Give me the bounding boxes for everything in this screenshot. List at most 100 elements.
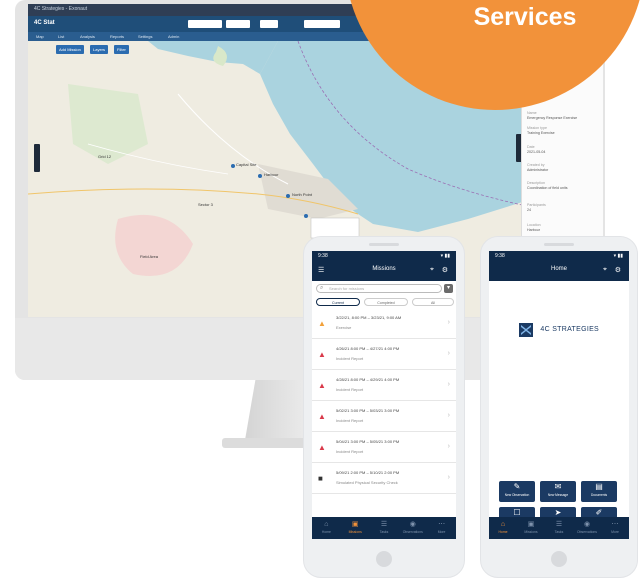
layers-button[interactable]: Layers bbox=[90, 45, 109, 54]
tab-label: Tasks bbox=[554, 530, 564, 534]
phone-speaker bbox=[544, 243, 574, 246]
mission-list-item[interactable]: ▲ 3/22/21, 8:00 PM – 3/23/21, 9:00 AM Exer… bbox=[312, 309, 456, 339]
map-label: Field Area bbox=[140, 254, 159, 259]
chevron-right-icon: › bbox=[447, 319, 450, 326]
tab-all[interactable]: All bbox=[412, 298, 454, 306]
chevron-right-icon: › bbox=[447, 381, 450, 388]
services-label: Services bbox=[473, 3, 577, 31]
mission-list-item[interactable]: ▲ 4/28/21 8:00 PM – 4/29/21 4:00 PM Incide… bbox=[312, 371, 456, 401]
chevron-right-icon: › bbox=[447, 474, 450, 481]
nav-item[interactable]: Settings bbox=[138, 34, 152, 39]
chevron-right-icon: › bbox=[447, 443, 450, 450]
nav-item[interactable]: Map bbox=[36, 34, 44, 39]
mission-date: 4/26/21 8:00 PM – 4/27/21 4:00 PM bbox=[336, 346, 400, 351]
tab-missions[interactable]: ▣ Missions bbox=[341, 520, 370, 535]
detail-key: Description bbox=[527, 181, 545, 185]
bottom-tab-bar: ⌂ Home ▣ Missions ☰ Tasks ◉ Observations ⋯ Mo… bbox=[489, 517, 629, 539]
toolbar-search-field[interactable] bbox=[188, 20, 222, 28]
tab-tasks[interactable]: ☰ Tasks bbox=[545, 520, 573, 535]
tab-more[interactable]: ⋯ More bbox=[427, 520, 456, 535]
window-title: 4C Strategies - Exonaut bbox=[34, 6, 88, 12]
bottom-tab-bar: ⌂ Home ▣ Missions ☰ Tasks ◉ Observations ⋯ Mo… bbox=[312, 517, 456, 539]
mission-type: Incident Report bbox=[336, 387, 364, 392]
nav-item[interactable]: Admin bbox=[168, 34, 179, 39]
logo-mark-icon bbox=[518, 322, 533, 337]
more-icon: ⋯ bbox=[611, 521, 619, 528]
tab-more[interactable]: ⋯ More bbox=[601, 520, 629, 535]
mission-tabs: Current Completed All bbox=[316, 298, 454, 306]
tab-label: Observations bbox=[577, 530, 597, 534]
toolbar-date-field[interactable] bbox=[260, 20, 278, 28]
map-popup bbox=[310, 217, 360, 239]
tab-observations[interactable]: ◉ Observations bbox=[573, 520, 601, 535]
map-marker bbox=[231, 164, 235, 168]
phone-screen: 9:38 ▾ ▮▮ ☰ Missions ⌖ ⚙ ⌕ Search for mi… bbox=[312, 251, 456, 539]
tasks-icon: ☰ bbox=[555, 521, 563, 528]
tab-label: Home bbox=[321, 530, 331, 534]
search-icon: ⌕ bbox=[320, 285, 324, 291]
observation-icon: ✎ bbox=[513, 482, 521, 491]
phone-speaker bbox=[369, 243, 399, 246]
phone-home: 9:38 ▾ ▮▮ Home ⌖ ⚙ 4C STRATEGIES ✎ New Ob… bbox=[480, 236, 638, 578]
settings-icon[interactable]: ⚙ bbox=[442, 266, 448, 274]
detail-value: Training Exercise bbox=[527, 131, 555, 135]
tab-missions[interactable]: ▣ Missions bbox=[517, 520, 545, 535]
tile-label: New Observation bbox=[504, 493, 530, 497]
home-icon: ⌂ bbox=[500, 521, 506, 528]
mission-status-icon: ▲ bbox=[318, 443, 326, 452]
status-time: 9:38 bbox=[318, 253, 328, 259]
mission-type: Incident Report bbox=[336, 356, 364, 361]
detail-value: 2021-05-04 bbox=[527, 150, 546, 154]
filter-button[interactable]: Filter bbox=[114, 45, 129, 54]
home-icon: ⌂ bbox=[324, 521, 329, 528]
observations-icon: ◉ bbox=[409, 521, 416, 528]
tab-home[interactable]: ⌂ Home bbox=[489, 520, 517, 535]
nav-item[interactable]: Analysis bbox=[80, 34, 95, 39]
detail-key: Mission type bbox=[527, 126, 547, 130]
map-marker bbox=[304, 214, 308, 218]
map-label: Grid 12 bbox=[98, 154, 112, 159]
nav-item[interactable]: List bbox=[58, 34, 64, 39]
map-label: Capital Site bbox=[236, 162, 257, 167]
tile-label: New Message bbox=[547, 493, 569, 497]
phone-home-button[interactable] bbox=[551, 551, 567, 567]
mission-list-item[interactable]: ■ 5/09/21 2:00 PM – 5/10/21 2:00 PM Simula… bbox=[312, 464, 456, 494]
tab-observations[interactable]: ◉ Observations bbox=[398, 520, 427, 535]
document-icon: ▤ bbox=[595, 482, 603, 491]
missions-icon: ▣ bbox=[351, 521, 359, 528]
chevron-right-icon: › bbox=[447, 350, 450, 357]
toolbar-user-field[interactable] bbox=[304, 20, 340, 28]
status-bar: 9:38 ▾ ▮▮ bbox=[312, 251, 456, 261]
detail-value: 24 bbox=[527, 208, 531, 212]
phone-home-button[interactable] bbox=[376, 551, 392, 567]
detail-key: Name bbox=[527, 111, 537, 115]
observations-icon: ◉ bbox=[583, 521, 591, 528]
toolbar-filter-field[interactable] bbox=[226, 20, 250, 28]
new-observation-button[interactable]: ✎ New Observation bbox=[499, 481, 535, 502]
new-message-button[interactable]: ✉ New Message bbox=[540, 481, 576, 502]
tab-home[interactable]: ⌂ Home bbox=[312, 520, 341, 535]
tab-tasks[interactable]: ☰ Tasks bbox=[370, 520, 399, 535]
mission-list-item[interactable]: ▲ 4/26/21 8:00 PM – 4/27/21 4:00 PM Incide… bbox=[312, 340, 456, 370]
mission-list-item[interactable]: ▲ 5/04/21 3:00 PM – 5/05/21 3:00 PM Incide… bbox=[312, 433, 456, 463]
documents-button[interactable]: ▤ Documents bbox=[581, 481, 617, 502]
nav-item[interactable]: Reports bbox=[110, 34, 124, 39]
mission-status-icon: ▲ bbox=[318, 319, 326, 328]
tab-current[interactable]: Current bbox=[316, 298, 360, 306]
mission-list-item[interactable]: ▲ 5/02/21 3:00 PM – 5/03/21 3:00 PM Incide… bbox=[312, 402, 456, 432]
add-mission-button[interactable]: Add Mission bbox=[56, 45, 84, 54]
mission-type: Simulated Physical Security Check bbox=[336, 480, 398, 485]
mission-status-icon: ▲ bbox=[318, 412, 326, 421]
filter-icon[interactable]: ▾ bbox=[444, 284, 453, 293]
mission-date: 4/28/21 8:00 PM – 4/29/21 4:00 PM bbox=[336, 377, 400, 382]
map-icon[interactable]: ⌖ bbox=[603, 266, 607, 274]
settings-icon[interactable]: ⚙ bbox=[615, 266, 621, 274]
map-icon[interactable]: ⌖ bbox=[430, 266, 434, 274]
search-placeholder: Search for missions bbox=[329, 286, 365, 291]
map-label: North Point bbox=[292, 192, 313, 197]
tab-label: Home bbox=[498, 530, 508, 534]
home-header: Home ⌖ ⚙ bbox=[489, 261, 629, 281]
left-toolbox-tab[interactable] bbox=[34, 144, 40, 172]
search-input[interactable]: ⌕ Search for missions bbox=[316, 284, 442, 293]
tab-completed[interactable]: Completed bbox=[364, 298, 408, 306]
